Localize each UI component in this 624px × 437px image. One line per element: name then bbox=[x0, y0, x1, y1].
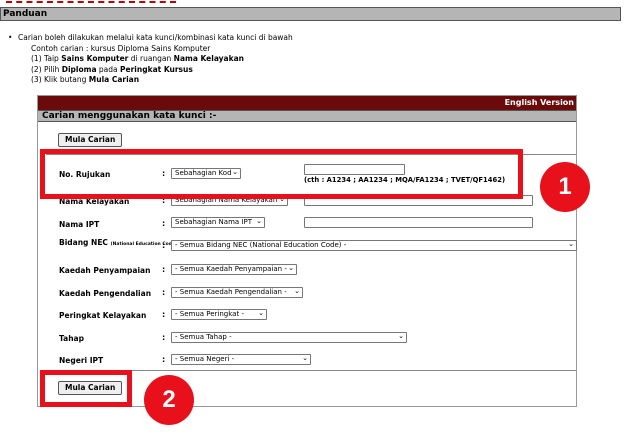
annotation-badge-2: 2 bbox=[144, 375, 194, 425]
label-negeri-ipt: Negeri IPT bbox=[59, 356, 104, 365]
chevron-down-icon: ⌄ bbox=[256, 217, 262, 225]
colon: : bbox=[162, 265, 166, 274]
label-peringkat-kelayakan: Peringkat Kelayakan bbox=[59, 311, 147, 320]
select-tahap[interactable]: - Semua Tahap - ⌄ bbox=[171, 332, 407, 343]
search-button-top[interactable]: Mula Carian bbox=[58, 133, 123, 147]
guide-bullet: Carian boleh dilakukan melalui kata kunc… bbox=[8, 33, 568, 44]
select-kaedah-penyampaian[interactable]: - Semua Kaedah Penyampaian - ⌄ bbox=[171, 264, 297, 275]
colon: : bbox=[162, 288, 166, 297]
colon: : bbox=[162, 310, 166, 319]
highlight-box-2 bbox=[40, 370, 132, 407]
select-nama-ipt[interactable]: Sebahagian Nama IPT ⌄ bbox=[171, 217, 265, 228]
top-decoration bbox=[0, 0, 624, 6]
guide-step-1: (1) Taip Sains Komputer di ruangan Nama … bbox=[31, 54, 245, 63]
colon: : bbox=[162, 333, 166, 342]
select-peringkat-kelayakan[interactable]: - Semua Peringkat - ⌄ bbox=[171, 309, 267, 320]
guide-text: Carian boleh dilakukan melalui kata kunc… bbox=[8, 33, 568, 86]
colon: : bbox=[162, 219, 166, 228]
select-bidang-nec[interactable]: - Semua Bidang NEC (National Education C… bbox=[171, 240, 577, 251]
search-form: English Version Carian menggunakan kata … bbox=[37, 95, 577, 407]
colon: : bbox=[162, 355, 166, 364]
label-kaedah-penyampaian: Kaedah Penyampaian bbox=[59, 266, 151, 275]
label-tahap: Tahap bbox=[59, 334, 84, 343]
label-nama-ipt: Nama IPT bbox=[59, 220, 100, 229]
chevron-down-icon: ⌄ bbox=[288, 264, 294, 272]
guide-example: Contoh carian : kursus Diploma Sains Kom… bbox=[31, 43, 211, 53]
chevron-down-icon: ⌄ bbox=[568, 240, 574, 248]
input-nama-ipt[interactable] bbox=[304, 217, 533, 228]
chevron-down-icon: ⌄ bbox=[258, 309, 264, 317]
select-kaedah-pengendalian[interactable]: - Semua Kaedah Pengendalian - ⌄ bbox=[171, 287, 303, 298]
guide-step-3: (3) Klik butang Mula Carian bbox=[31, 75, 140, 84]
form-header: Carian menggunakan kata kunci :- bbox=[38, 110, 576, 122]
guide-step-2: (2) Pilih Diploma pada Peringkat Kursus bbox=[31, 64, 193, 74]
chevron-down-icon: ⌄ bbox=[294, 287, 300, 295]
label-bidang-nec: Bidang NEC (National Education Code) bbox=[59, 238, 178, 247]
label-kaedah-pengendalian: Kaedah Pengendalian bbox=[59, 289, 152, 298]
annotation-badge-1: 1 bbox=[540, 162, 590, 212]
select-negeri-ipt[interactable]: - Semua Negeri - ⌄ bbox=[171, 354, 311, 365]
english-version-link[interactable]: English Version bbox=[38, 96, 576, 110]
highlight-box-1 bbox=[40, 149, 523, 199]
colon: : bbox=[162, 241, 166, 250]
panduan-header: Panduan bbox=[0, 7, 621, 21]
chevron-down-icon: ⌄ bbox=[398, 332, 404, 340]
chevron-down-icon: ⌄ bbox=[302, 354, 308, 362]
red-dashed-line bbox=[6, 0, 176, 3]
